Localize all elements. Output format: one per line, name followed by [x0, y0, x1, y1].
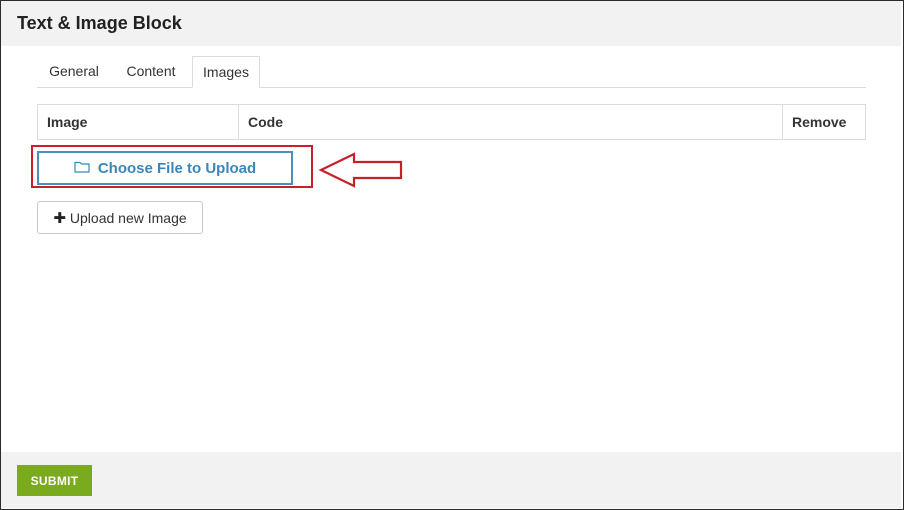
submit-button[interactable]: SUBMIT — [17, 465, 92, 496]
tab-content[interactable]: Content — [115, 56, 187, 87]
tab-bar: General Content Images — [37, 56, 866, 88]
column-remove: Remove — [782, 105, 865, 139]
dialog-footer: SUBMIT — [1, 452, 901, 508]
tab-general[interactable]: General — [37, 56, 111, 87]
tab-images[interactable]: Images — [192, 56, 260, 88]
upload-new-image-button[interactable]: ✚ Upload new Image — [37, 201, 203, 234]
dialog-title: Text & Image Block — [17, 13, 182, 33]
dialog-header: Text & Image Block — [1, 1, 901, 46]
folder-icon — [74, 160, 90, 177]
upload-new-image-label: Upload new Image — [69, 209, 187, 226]
column-image: Image — [47, 114, 88, 130]
choose-file-label: Choose File to Upload — [97, 159, 257, 177]
annotation-arrow-icon — [318, 152, 403, 188]
images-table-header: Image Code Remove — [37, 104, 866, 140]
column-code: Code — [238, 105, 782, 139]
choose-file-button[interactable]: Choose File to Upload — [37, 151, 293, 185]
plus-icon: ✚ — [53, 209, 66, 227]
